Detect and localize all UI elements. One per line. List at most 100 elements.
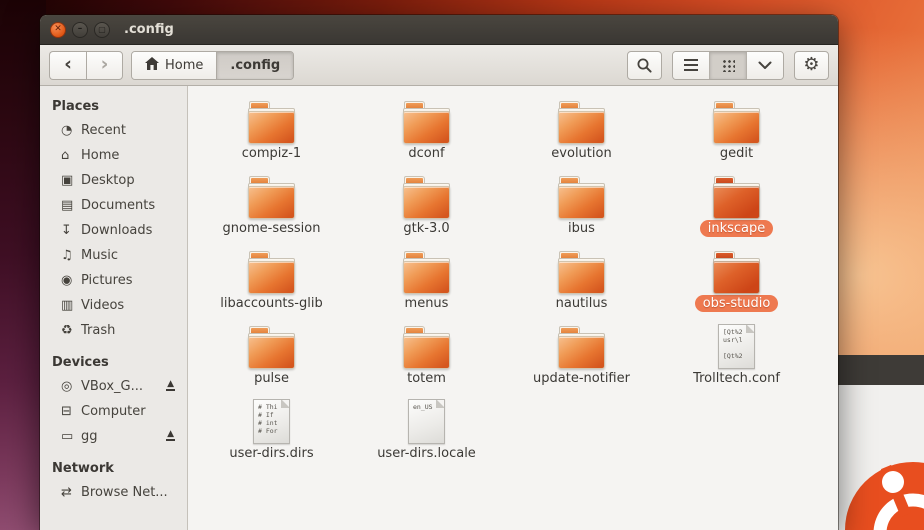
settings-button[interactable]: ⚙: [794, 50, 829, 80]
file-item-evolution[interactable]: evolution: [504, 93, 659, 168]
file-item-totem[interactable]: totem: [349, 318, 504, 393]
file-grid[interactable]: compiz-1 dconf evolution gedit gnome-session…: [188, 86, 838, 530]
window-content: Places ◔ Recent ⌂ Home ▣ Desktop ▤ Documents ↧ Dow…: [40, 86, 838, 530]
file-item-label: gtk-3.0: [403, 221, 450, 236]
search-button[interactable]: [627, 50, 662, 80]
minimize-button[interactable]: –: [72, 21, 88, 38]
file-item-label: inkscape: [699, 220, 774, 237]
file-item-label: menus: [404, 296, 449, 311]
sidebar-item-pictures[interactable]: ◉ Pictures: [40, 268, 187, 293]
sidebar-item-computer[interactable]: ⊟ Computer: [40, 399, 187, 424]
breadcrumb-home-label: Home: [165, 57, 204, 73]
folder-icon: [403, 318, 450, 369]
sidebar-item-label: Home: [81, 148, 120, 163]
background-window-titlebar: [832, 355, 924, 385]
breadcrumb-config-label: .config: [230, 57, 281, 73]
file-item-dconf[interactable]: dconf: [349, 93, 504, 168]
file-item-gedit[interactable]: gedit: [659, 93, 814, 168]
folder-icon: [558, 243, 605, 294]
sidebar-item-videos[interactable]: ▥ Videos: [40, 293, 187, 318]
folder-icon: [713, 168, 760, 219]
film-icon: ▥: [61, 298, 74, 313]
network-icon: ⇄: [61, 485, 72, 500]
file-item-menus[interactable]: menus: [349, 243, 504, 318]
file-item-user-dirs-dirs[interactable]: # Thi # If # int # For user-dirs.dirs: [194, 393, 349, 468]
drive-icon: ▭: [61, 429, 74, 444]
file-item-obs-studio[interactable]: obs-studio: [659, 243, 814, 318]
folder-icon: [558, 168, 605, 219]
nav-buttons: ‹ ›: [49, 50, 123, 80]
file-item-pulse[interactable]: pulse: [194, 318, 349, 393]
folder-icon: [403, 168, 450, 219]
folder-icon: [248, 318, 295, 369]
file-item-label: user-dirs.dirs: [229, 446, 314, 461]
file-item-label: dconf: [408, 146, 445, 161]
file-item-label: pulse: [254, 371, 289, 386]
sidebar-item-label: Computer: [81, 404, 146, 419]
sidebar-item-label: Trash: [81, 323, 116, 338]
sidebar-item-trash[interactable]: ♻ Trash: [40, 318, 187, 343]
sidebar-item-label: Documents: [81, 198, 156, 213]
folder-icon: [248, 93, 295, 144]
view-options-button[interactable]: [746, 51, 783, 79]
folder-icon: [713, 243, 760, 294]
sidebar-item-downloads[interactable]: ↧ Downloads: [40, 218, 187, 243]
file-item-gnome-session[interactable]: gnome-session: [194, 168, 349, 243]
grid-view-icon: [721, 58, 735, 72]
sidebar-item-label: Desktop: [81, 173, 135, 188]
file-manager-window: ✕ – ▢ .config ‹ › Home .config ⚙ Places …: [40, 15, 838, 530]
folder-icon: [248, 168, 295, 219]
sidebar-item-home[interactable]: ⌂ Home: [40, 143, 187, 168]
window-title: .config: [124, 22, 174, 37]
grid-view-button[interactable]: [709, 51, 746, 79]
sidebar-item-label: Pictures: [81, 273, 133, 288]
list-view-button[interactable]: [673, 51, 709, 79]
sidebar-item-label: VBox_G...: [81, 379, 144, 394]
toolbar: ‹ › Home .config ⚙: [40, 45, 838, 86]
download-icon: ↧: [61, 223, 72, 238]
sidebar-item-vbox-g[interactable]: ◎ VBox_G... ▲: [40, 374, 187, 399]
file-item-update-notifier[interactable]: update-notifier: [504, 318, 659, 393]
eject-button[interactable]: ▲: [166, 430, 175, 441]
file-item-label: compiz-1: [241, 146, 302, 161]
file-item-label: gnome-session: [222, 221, 321, 236]
file-item-user-dirs-locale[interactable]: en_US user-dirs.locale: [349, 393, 504, 468]
back-button[interactable]: ‹: [49, 50, 86, 80]
view-switcher: [672, 50, 784, 80]
sidebar-section-header: Devices: [52, 355, 109, 370]
sidebar-item-desktop[interactable]: ▣ Desktop: [40, 168, 187, 193]
chevron-down-icon: [758, 61, 772, 69]
eject-button[interactable]: ▲: [166, 380, 175, 391]
forward-button[interactable]: ›: [86, 50, 123, 80]
file-item-label: update-notifier: [533, 371, 630, 386]
sidebar-item-label: Videos: [81, 298, 125, 313]
close-button[interactable]: ✕: [50, 21, 66, 38]
file-item-gtk-3-0[interactable]: gtk-3.0: [349, 168, 504, 243]
home-icon: [145, 56, 159, 74]
folder-icon: [403, 243, 450, 294]
breadcrumb-home[interactable]: Home: [132, 51, 217, 79]
file-item-compiz-1[interactable]: compiz-1: [194, 93, 349, 168]
ubuntu-logo: [845, 462, 924, 530]
file-item-label: nautilus: [555, 296, 608, 311]
sidebar-item-recent[interactable]: ◔ Recent: [40, 118, 187, 143]
titlebar[interactable]: ✕ – ▢ .config: [40, 15, 838, 45]
sidebar-item-browse-net[interactable]: ⇄ Browse Net...: [40, 480, 187, 505]
sidebar-item-gg[interactable]: ▭ gg ▲: [40, 424, 187, 449]
sidebar-item-music[interactable]: ♫ Music: [40, 243, 187, 268]
sidebar-section-header: Network: [52, 461, 114, 476]
maximize-button[interactable]: ▢: [94, 21, 110, 38]
file-item-trolltech-conf[interactable]: [Qt%2 usr\l [Qt%2 Trolltech.conf: [659, 318, 814, 393]
file-item-libaccounts-glib[interactable]: libaccounts-glib: [194, 243, 349, 318]
folder-icon: [558, 318, 605, 369]
background-window-panel: [832, 385, 924, 530]
file-icon: en_US: [408, 393, 445, 444]
sidebar-item-label: Browse Net...: [81, 485, 168, 500]
sidebar-item-documents[interactable]: ▤ Documents: [40, 193, 187, 218]
file-item-ibus[interactable]: ibus: [504, 168, 659, 243]
file-item-inkscape[interactable]: inkscape: [659, 168, 814, 243]
breadcrumb-config[interactable]: .config: [216, 51, 294, 79]
optical-disc-icon: ◎: [61, 379, 73, 394]
file-item-nautilus[interactable]: nautilus: [504, 243, 659, 318]
file-item-label: evolution: [551, 146, 612, 161]
